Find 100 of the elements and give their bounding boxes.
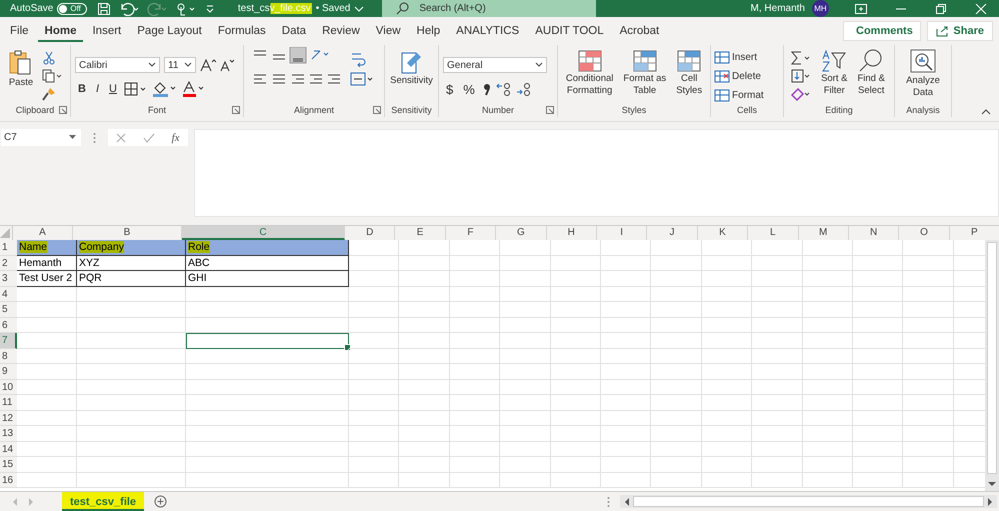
row-header[interactable]: 12 (0, 410, 17, 426)
copy-icon[interactable] (42, 69, 64, 83)
row-header[interactable]: 6 (0, 318, 17, 333)
number-format-button[interactable]: $ (443, 82, 456, 96)
ribbon-tab[interactable]: File (3, 20, 36, 42)
table-cell[interactable]: Company (77, 240, 186, 256)
dialog-launcher-icon[interactable] (59, 106, 67, 114)
column-header[interactable]: E (395, 226, 446, 240)
font-name-dropdown[interactable]: Calibri (75, 57, 160, 73)
user-avatar[interactable]: MH (812, 0, 829, 17)
row-header[interactable]: 15 (0, 457, 17, 472)
customize-toolbar-icon[interactable] (204, 4, 215, 14)
format-painter-icon[interactable] (42, 87, 56, 101)
table-cell[interactable]: Test User 2 (17, 271, 77, 286)
column-header[interactable]: G (496, 226, 547, 240)
borders-icon[interactable] (124, 82, 148, 96)
scroll-right-icon[interactable] (988, 498, 993, 506)
name-box[interactable]: C7 (1, 129, 81, 146)
row-header[interactable]: 3 (0, 271, 17, 286)
dialog-launcher-icon[interactable] (232, 106, 240, 114)
analyze-data-button[interactable]: Analyze Data (904, 47, 942, 101)
ribbon-tab[interactable]: Formulas (210, 20, 273, 42)
table-cell[interactable]: Role (186, 240, 349, 256)
save-status[interactable]: • Saved (316, 3, 350, 14)
undo-icon[interactable] (118, 2, 139, 16)
ribbon-tab[interactable]: AUDIT TOOL (528, 20, 611, 42)
font-size-dropdown[interactable]: 11 (164, 57, 196, 73)
cells-button[interactable]: Insert (714, 50, 758, 64)
row-header[interactable]: 1 (0, 240, 17, 256)
decrease-decimal-icon[interactable] (516, 82, 532, 96)
row-header[interactable]: 7 (0, 333, 17, 348)
column-header[interactable]: M (798, 226, 849, 240)
next-sheet-icon[interactable] (28, 498, 34, 506)
row-header[interactable]: 4 (0, 286, 17, 302)
comments-button[interactable]: Comments (843, 21, 922, 41)
row-header[interactable]: 14 (0, 442, 17, 457)
search-input[interactable]: Search (Alt+Q) (417, 2, 572, 15)
table-cell[interactable]: Hemanth (17, 256, 77, 271)
table-cell[interactable]: GHI (186, 271, 349, 286)
column-header[interactable]: I (596, 226, 648, 240)
column-header[interactable]: N (848, 226, 900, 240)
number-format-button[interactable]: % (460, 82, 478, 96)
dialog-launcher-icon[interactable] (373, 106, 381, 114)
ribbon-tab[interactable]: Page Layout (130, 20, 209, 42)
formula-input[interactable] (194, 129, 999, 217)
row-header[interactable]: 5 (0, 302, 17, 318)
fill-color-icon[interactable] (152, 81, 178, 97)
font-style-button[interactable]: B (75, 83, 89, 95)
font-color-icon[interactable] (182, 81, 206, 97)
comma-style-icon[interactable] (482, 81, 492, 97)
scroll-down-icon[interactable] (988, 482, 996, 487)
styles-button[interactable]: Conditional Formatting (564, 47, 616, 99)
editing-button[interactable]: Sort & Filter (819, 47, 850, 99)
ribbon-tab[interactable]: Data (274, 20, 314, 42)
row-header[interactable]: 13 (0, 426, 17, 442)
ribbon-tab[interactable]: Acrobat (612, 20, 666, 42)
ribbon-tab[interactable]: ANALYTICS (449, 20, 526, 42)
wrap-text-icon[interactable] (350, 51, 366, 67)
horizontal-scrollbar-thumb[interactable] (633, 496, 984, 507)
font-style-button[interactable]: I (92, 83, 102, 95)
ribbon-display-icon[interactable] (855, 4, 867, 14)
table-cell[interactable] (186, 333, 349, 348)
splitter-handle-icon[interactable] (607, 496, 610, 508)
cells-button[interactable]: Delete (714, 68, 761, 84)
styles-button[interactable]: Format as Table (621, 47, 668, 99)
drag-handle-icon[interactable] (92, 132, 96, 144)
column-header[interactable]: F (446, 226, 496, 240)
dialog-launcher-icon[interactable] (546, 106, 554, 114)
sensitivity-button[interactable]: Sensitivity (388, 47, 435, 89)
scroll-left-icon[interactable] (624, 498, 629, 506)
vertical-scrollbar-thumb[interactable] (987, 242, 997, 474)
previous-sheet-icon[interactable] (12, 498, 18, 506)
row-header[interactable]: 16 (0, 472, 17, 488)
ribbon-tab[interactable]: Review (315, 20, 367, 42)
insert-function-button[interactable]: fx (172, 132, 180, 144)
restore-icon[interactable] (935, 4, 947, 14)
paste-button[interactable]: Paste (6, 47, 36, 91)
ribbon-tab[interactable]: Help (410, 20, 448, 42)
increase-font-size-icon[interactable] (200, 58, 216, 72)
cancel-icon[interactable] (116, 132, 126, 142)
row-header[interactable]: 9 (0, 364, 17, 380)
editing-button[interactable]: Find & Select (855, 47, 887, 99)
row-header[interactable]: 8 (0, 348, 17, 364)
table-cell[interactable]: ABC (186, 256, 349, 271)
sheet-tab[interactable]: test_csv_file (62, 492, 144, 511)
column-header[interactable]: H (546, 226, 597, 240)
column-header[interactable]: K (698, 226, 748, 240)
chevron-down-icon[interactable] (354, 4, 364, 12)
decrease-font-size-icon[interactable] (220, 58, 234, 72)
table-cell[interactable]: Name (17, 240, 77, 256)
row-header[interactable]: 11 (0, 395, 17, 410)
table-cell[interactable]: PQR (77, 271, 186, 286)
font-style-button[interactable]: U (106, 83, 120, 95)
collapse-ribbon-icon[interactable] (981, 108, 991, 115)
cells-button[interactable]: Format (714, 88, 764, 102)
column-header[interactable]: C (182, 226, 345, 240)
search-field[interactable]: Search (Alt+Q) (382, 0, 596, 17)
ribbon-tab[interactable]: Insert (85, 20, 128, 42)
styles-button[interactable]: Cell Styles (674, 47, 704, 99)
close-icon[interactable] (975, 4, 987, 14)
